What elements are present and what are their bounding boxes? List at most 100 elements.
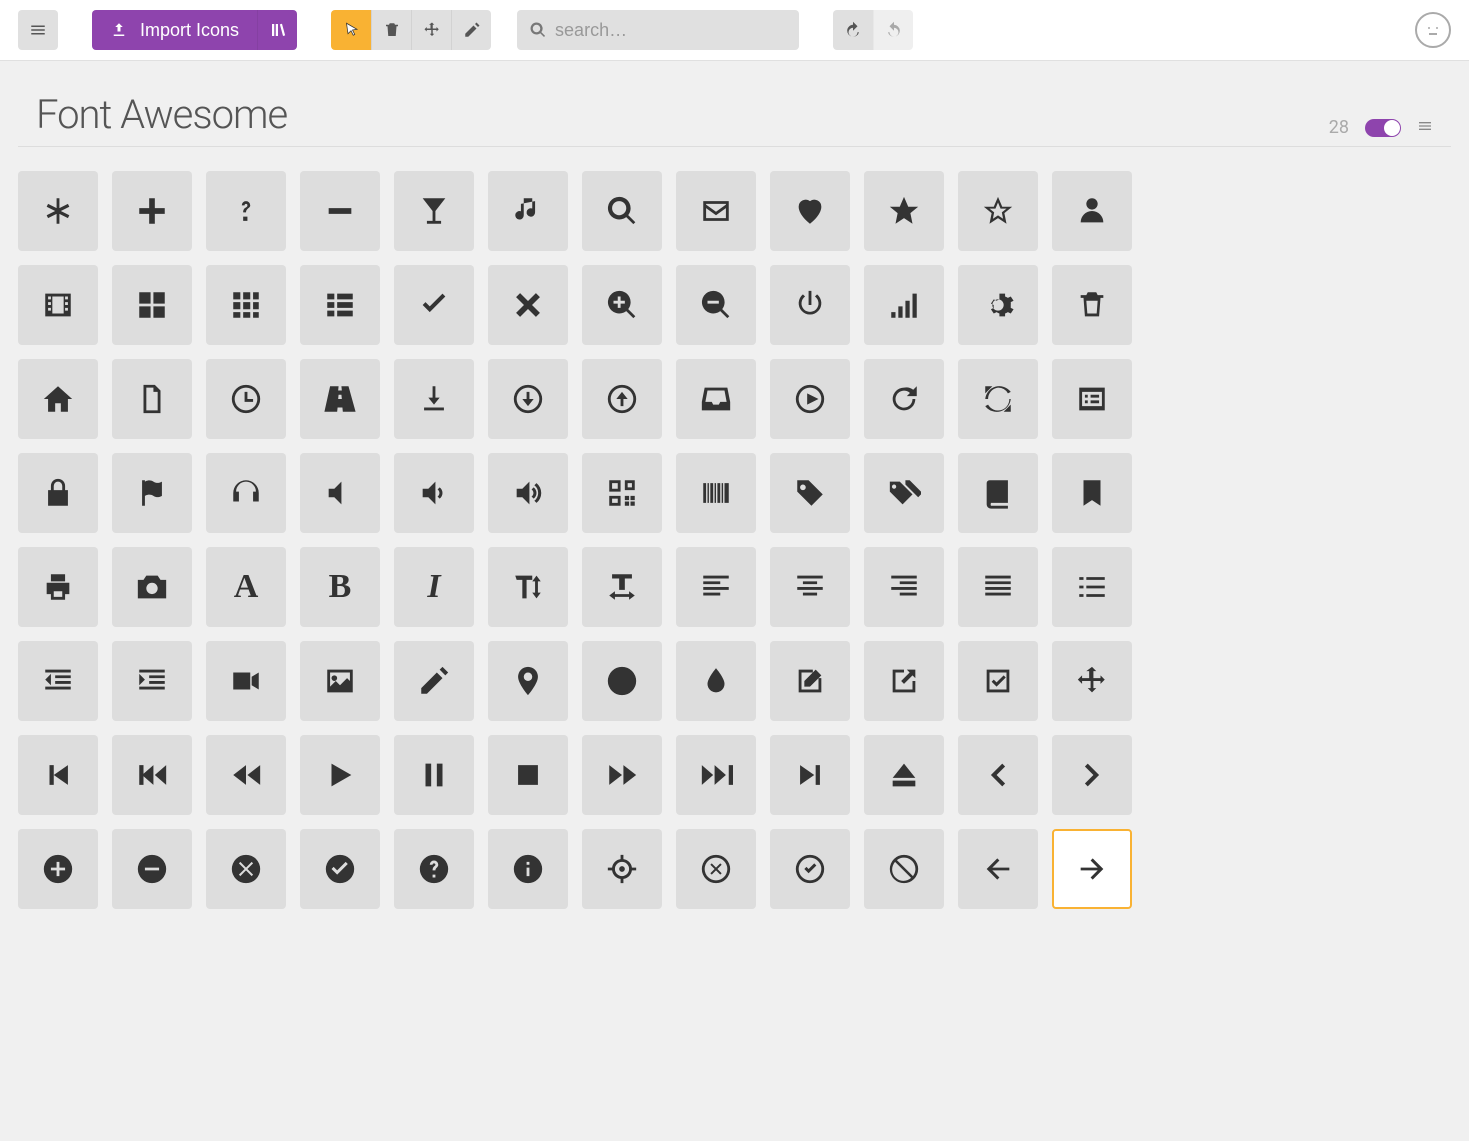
icon-check-circle-o[interactable] — [770, 829, 850, 909]
icon-file-o[interactable] — [112, 359, 192, 439]
icon-adjust[interactable] — [582, 641, 662, 721]
icon-print[interactable] — [18, 547, 98, 627]
icon-home[interactable] — [18, 359, 98, 439]
icon-stop[interactable] — [488, 735, 568, 815]
icon-align-justify[interactable] — [958, 547, 1038, 627]
icon-search-minus[interactable] — [676, 265, 756, 345]
icon-backward[interactable] — [206, 735, 286, 815]
icon-minus[interactable] — [300, 171, 380, 251]
icon-book[interactable] — [958, 453, 1038, 533]
edit-button[interactable] — [451, 10, 491, 50]
icon-align-center[interactable] — [770, 547, 850, 627]
icon-repeat[interactable] — [864, 359, 944, 439]
icon-question[interactable] — [206, 171, 286, 251]
icon-align-left[interactable] — [676, 547, 756, 627]
icon-video-camera[interactable] — [206, 641, 286, 721]
icon-forward[interactable] — [582, 735, 662, 815]
icon-question-circle[interactable] — [394, 829, 474, 909]
icon-minus-circle[interactable] — [112, 829, 192, 909]
icon-refresh[interactable] — [958, 359, 1038, 439]
search-input[interactable] — [555, 20, 787, 41]
icon-check-circle[interactable] — [300, 829, 380, 909]
icon-star[interactable] — [864, 171, 944, 251]
icon-heart[interactable] — [770, 171, 850, 251]
icon-edit[interactable] — [770, 641, 850, 721]
icon-list-alt[interactable] — [1052, 359, 1132, 439]
icon-film[interactable] — [18, 265, 98, 345]
icon-download[interactable] — [394, 359, 474, 439]
icon-text-width[interactable] — [582, 547, 662, 627]
icon-chevron-left[interactable] — [958, 735, 1038, 815]
icon-barcode[interactable] — [676, 453, 756, 533]
icon-map-marker[interactable] — [488, 641, 568, 721]
icon-bookmark[interactable] — [1052, 453, 1132, 533]
icon-volume-up[interactable] — [488, 453, 568, 533]
icon-fast-forward[interactable] — [676, 735, 756, 815]
icon-dedent[interactable] — [18, 641, 98, 721]
delete-button[interactable] — [371, 10, 411, 50]
icon-envelope-o[interactable] — [676, 171, 756, 251]
undo-button[interactable] — [833, 10, 873, 50]
icon-image[interactable] — [300, 641, 380, 721]
icon-clock-o[interactable] — [206, 359, 286, 439]
icon-close[interactable] — [488, 265, 568, 345]
icon-music[interactable] — [488, 171, 568, 251]
icon-volume-off[interactable] — [300, 453, 380, 533]
icon-times-circle-o[interactable] — [676, 829, 756, 909]
icon-pencil[interactable] — [394, 641, 474, 721]
icon-play-circle-o[interactable] — [770, 359, 850, 439]
icon-trash-o[interactable] — [1052, 265, 1132, 345]
icon-plus-circle[interactable] — [18, 829, 98, 909]
menu-button[interactable] — [18, 10, 58, 50]
toggle-switch[interactable] — [1365, 119, 1401, 137]
icon-fast-backward[interactable] — [112, 735, 192, 815]
icon-bold[interactable]: B — [300, 547, 380, 627]
icon-tag[interactable] — [770, 453, 850, 533]
icon-check[interactable] — [394, 265, 474, 345]
icon-search-plus[interactable] — [582, 265, 662, 345]
icon-star-o[interactable] — [958, 171, 1038, 251]
icon-cog[interactable] — [958, 265, 1038, 345]
icon-share-square-o[interactable] — [864, 641, 944, 721]
icon-flag[interactable] — [112, 453, 192, 533]
icon-play[interactable] — [300, 735, 380, 815]
icon-indent[interactable] — [112, 641, 192, 721]
icon-tint[interactable] — [676, 641, 756, 721]
icon-pause[interactable] — [394, 735, 474, 815]
icon-crosshairs[interactable] — [582, 829, 662, 909]
account-icon[interactable] — [1415, 12, 1451, 48]
icon-arrow-circle-o-down[interactable] — [488, 359, 568, 439]
icon-signal[interactable] — [864, 265, 944, 345]
icon-volume-down[interactable] — [394, 453, 474, 533]
icon-ban[interactable] — [864, 829, 944, 909]
icon-list[interactable] — [1052, 547, 1132, 627]
icon-lock[interactable] — [18, 453, 98, 533]
icon-arrow-right[interactable] — [1052, 829, 1132, 909]
icon-text-height[interactable] — [488, 547, 568, 627]
icon-headphones[interactable] — [206, 453, 286, 533]
icon-search[interactable] — [582, 171, 662, 251]
icon-th[interactable] — [206, 265, 286, 345]
icon-arrow-left[interactable] — [958, 829, 1038, 909]
library-button[interactable] — [257, 10, 297, 50]
icon-step-backward[interactable] — [18, 735, 98, 815]
icon-arrows[interactable] — [1052, 641, 1132, 721]
icon-inbox[interactable] — [676, 359, 756, 439]
search-box[interactable] — [517, 10, 799, 50]
select-tool-button[interactable] — [331, 10, 371, 50]
icon-th-list[interactable] — [300, 265, 380, 345]
icon-info-circle[interactable] — [488, 829, 568, 909]
icon-th-large[interactable] — [112, 265, 192, 345]
icon-align-right[interactable] — [864, 547, 944, 627]
icon-font[interactable]: A — [206, 547, 286, 627]
set-menu-button[interactable] — [1417, 118, 1433, 138]
icon-glass[interactable] — [394, 171, 474, 251]
icon-eject[interactable] — [864, 735, 944, 815]
icon-step-forward[interactable] — [770, 735, 850, 815]
move-button[interactable] — [411, 10, 451, 50]
icon-camera[interactable] — [112, 547, 192, 627]
redo-button[interactable] — [873, 10, 913, 50]
icon-times-circle[interactable] — [206, 829, 286, 909]
icon-road[interactable] — [300, 359, 380, 439]
icon-power-off[interactable] — [770, 265, 850, 345]
